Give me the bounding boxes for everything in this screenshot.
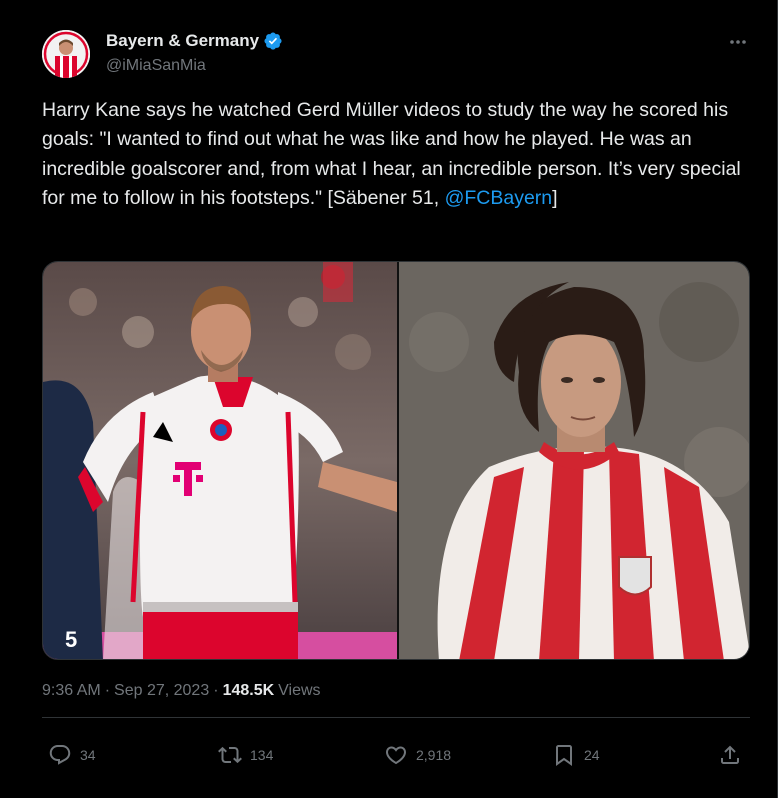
- media-grid: 5: [42, 261, 750, 660]
- author-name-row: Bayern & Germany: [106, 30, 283, 52]
- like-count: 2,918: [416, 747, 452, 763]
- reply-button[interactable]: 34: [48, 740, 96, 770]
- tweet-date[interactable]: Sep 27, 2023: [114, 682, 209, 700]
- share-icon: [718, 743, 742, 767]
- reply-icon: [48, 743, 72, 767]
- repost-button[interactable]: 134: [218, 740, 273, 770]
- tweet-text-body: Harry Kane says he watched Gerd Müller v…: [42, 99, 741, 209]
- views-count: 148.5K: [222, 682, 275, 699]
- photo-kane[interactable]: 5: [43, 262, 397, 659]
- more-icon[interactable]: [722, 28, 754, 56]
- tweet-text-end: ]: [552, 186, 558, 209]
- views-label: Views: [278, 682, 321, 699]
- like-button[interactable]: 2,918: [384, 740, 451, 770]
- display-name[interactable]: Bayern & Germany: [106, 31, 259, 51]
- bookmark-count: 24: [584, 747, 600, 763]
- heart-icon: [384, 743, 408, 767]
- author-handle[interactable]: @iMiaSanMia: [106, 57, 206, 75]
- meta-separator: ·: [104, 682, 111, 699]
- photo-mueller[interactable]: [399, 262, 749, 659]
- bookmark-button[interactable]: 24: [552, 740, 600, 770]
- tweet-text: Harry Kane says he watched Gerd Müller v…: [42, 96, 742, 213]
- repost-count: 134: [250, 747, 274, 763]
- svg-text:5: 5: [65, 627, 77, 652]
- tweet-meta: 9:36 AM · Sep 27, 2023 · 148.5K Views: [42, 682, 321, 700]
- repost-icon: [218, 743, 242, 767]
- divider: [42, 717, 750, 718]
- tweet-time[interactable]: 9:36 AM: [42, 682, 101, 700]
- reply-count: 34: [80, 747, 96, 763]
- meta-separator: ·: [213, 682, 219, 699]
- mention-link[interactable]: @FCBayern: [445, 187, 553, 209]
- avatar[interactable]: [42, 30, 90, 78]
- bookmark-icon: [552, 743, 576, 767]
- verified-badge-icon: [263, 31, 283, 51]
- share-button[interactable]: [718, 740, 742, 770]
